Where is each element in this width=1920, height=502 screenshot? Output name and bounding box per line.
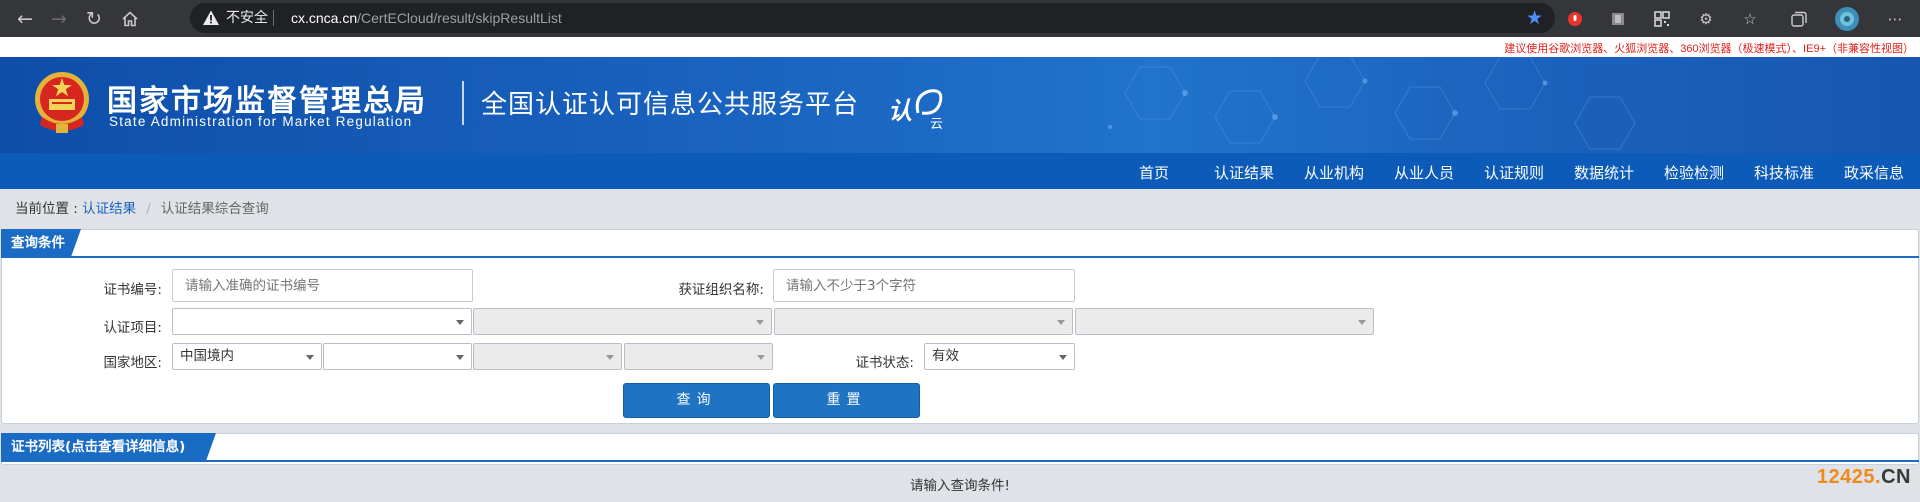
chevron-down-icon (1057, 320, 1065, 325)
browser-toolbar: ← → ↻ 不安全 cx.cnca.cn/CertECloud/result/s… (0, 0, 1920, 37)
platform-title: 全国认证认可信息公共服务平台 (481, 90, 860, 120)
cert-list-title: 证书列表(点击查看详细信息) (11, 439, 186, 455)
region-value: 中国境内 (180, 348, 234, 364)
panel-underline (1, 256, 1919, 258)
reader-extension-icon[interactable] (1607, 8, 1629, 30)
query-panel: 查询条件 证书编号: 获证组织名称: 认证项目: 国家地区: 中国境内 证书状态… (1, 229, 1919, 424)
more-menu-icon[interactable]: ⋯ (1884, 8, 1906, 30)
national-emblem-icon (35, 72, 89, 133)
chevron-down-icon (1059, 355, 1067, 360)
project-select-level2[interactable] (473, 308, 772, 335)
nav-item-inspection[interactable]: 检验检测 (1664, 162, 1724, 183)
warning-icon[interactable] (202, 9, 220, 27)
nav-item-rules[interactable]: 认证规则 (1484, 162, 1544, 183)
brand-char: 认 (888, 97, 912, 125)
site-watermark: 12425.CN (1817, 466, 1911, 489)
nav-item-statistics[interactable]: 数据统计 (1574, 162, 1634, 183)
query-panel-title: 查询条件 (11, 235, 65, 251)
hexagon-decoration (1108, 57, 1636, 150)
breadcrumb-current: 认证结果综合查询 (160, 201, 269, 217)
breadcrumb-link[interactable]: 认证结果 (82, 201, 136, 217)
reload-icon[interactable]: ↻ (83, 8, 105, 30)
cert-no-label: 证书编号: (103, 282, 162, 298)
project-select-level4[interactable] (1075, 308, 1374, 335)
search-button[interactable]: 查询 (623, 383, 770, 418)
chevron-down-icon (757, 355, 765, 360)
brand-sub: 云 (930, 117, 944, 132)
url-host: cx.cnca.cn (291, 10, 358, 26)
site-header: 国家市场监督管理总局 State Administration for Mark… (0, 57, 1920, 153)
bookmark-star-icon[interactable]: ★ (1526, 7, 1543, 29)
region-select-country[interactable]: 中国境内 (172, 343, 322, 370)
record-extension-icon[interactable] (1564, 8, 1586, 30)
chevron-down-icon (1358, 320, 1366, 325)
profile-avatar-icon[interactable] (1834, 6, 1860, 32)
breadcrumb-prefix: 当前位置 : (15, 201, 83, 217)
collections-icon[interactable] (1788, 8, 1810, 30)
region-select-province[interactable] (323, 343, 472, 370)
url-path: /CertECloud/result/skipResultList (357, 10, 562, 26)
back-icon[interactable]: ← (14, 8, 36, 30)
chevron-down-icon (306, 355, 314, 360)
nav-item-personnel[interactable]: 从业人员 (1394, 162, 1454, 183)
region-label: 国家地区: (103, 355, 162, 371)
region-select-district[interactable] (624, 343, 773, 370)
puzzle-extension-icon[interactable]: ⚙ (1695, 8, 1717, 30)
nav-item-standards[interactable]: 科技标准 (1754, 162, 1814, 183)
home-icon[interactable] (119, 8, 141, 30)
address-bar[interactable]: 不安全 cx.cnca.cn/CertECloud/result/skipRes… (190, 3, 1555, 33)
renzheng-cloud-logo: 认 云 (888, 79, 958, 139)
cert-list-panel: 证书列表(点击查看详细信息) (1, 433, 1919, 465)
nav-item-institutions[interactable]: 从业机构 (1304, 162, 1364, 183)
favorites-icon[interactable]: ☆ (1739, 8, 1761, 30)
status-select[interactable]: 有效 (924, 343, 1075, 370)
project-label: 认证项目: (103, 320, 162, 336)
cert-no-input[interactable] (172, 269, 473, 302)
nav-item-cert-results[interactable]: 认证结果 (1214, 162, 1274, 183)
org-name-en: State Administration for Market Regulati… (109, 114, 413, 129)
panel-underline (1, 460, 1919, 462)
qr-code-icon[interactable] (1651, 8, 1673, 30)
org-name-label: 获证组织名称: (678, 282, 764, 298)
region-select-city[interactable] (473, 343, 622, 370)
url-text[interactable]: cx.cnca.cn/CertECloud/result/skipResultL… (291, 9, 562, 27)
nav-item-procurement[interactable]: 政采信息 (1844, 162, 1904, 183)
nav-item-home[interactable]: 首页 (1139, 162, 1169, 183)
chevron-down-icon (456, 320, 464, 325)
watermark-suffix: CN (1881, 466, 1911, 488)
project-select-level1[interactable] (172, 308, 472, 335)
project-select-level3[interactable] (774, 308, 1073, 335)
breadcrumb: 当前位置 : 认证结果 / 认证结果综合查询 (15, 197, 269, 217)
divider (273, 10, 274, 26)
security-label[interactable]: 不安全 (226, 9, 268, 27)
browser-notice-bar: 建议使用谷歌浏览器、火狐浏览器、360浏览器（极速模式）、IE9+（非兼容性视图… (0, 37, 1920, 57)
status-value: 有效 (932, 348, 959, 364)
forward-icon[interactable]: → (48, 8, 70, 30)
empty-result-message: 请输入查询条件! (910, 478, 1010, 494)
reset-button[interactable]: 重置 (773, 383, 920, 418)
main-nav: 首页 认证结果 从业机构 从业人员 认证规则 数据统计 检验检测 科技标准 政采… (0, 153, 1920, 189)
chevron-down-icon (606, 355, 614, 360)
status-label: 证书状态: (855, 355, 914, 371)
org-name-input[interactable] (773, 269, 1075, 302)
browser-notice: 建议使用谷歌浏览器、火狐浏览器、360浏览器（极速模式）、IE9+（非兼容性视图… (1504, 43, 1914, 55)
watermark-number: 12425 (1816, 466, 1876, 488)
chevron-down-icon (756, 320, 764, 325)
chevron-down-icon (456, 355, 464, 360)
header-divider (462, 81, 464, 125)
breadcrumb-separator: / (146, 201, 151, 217)
